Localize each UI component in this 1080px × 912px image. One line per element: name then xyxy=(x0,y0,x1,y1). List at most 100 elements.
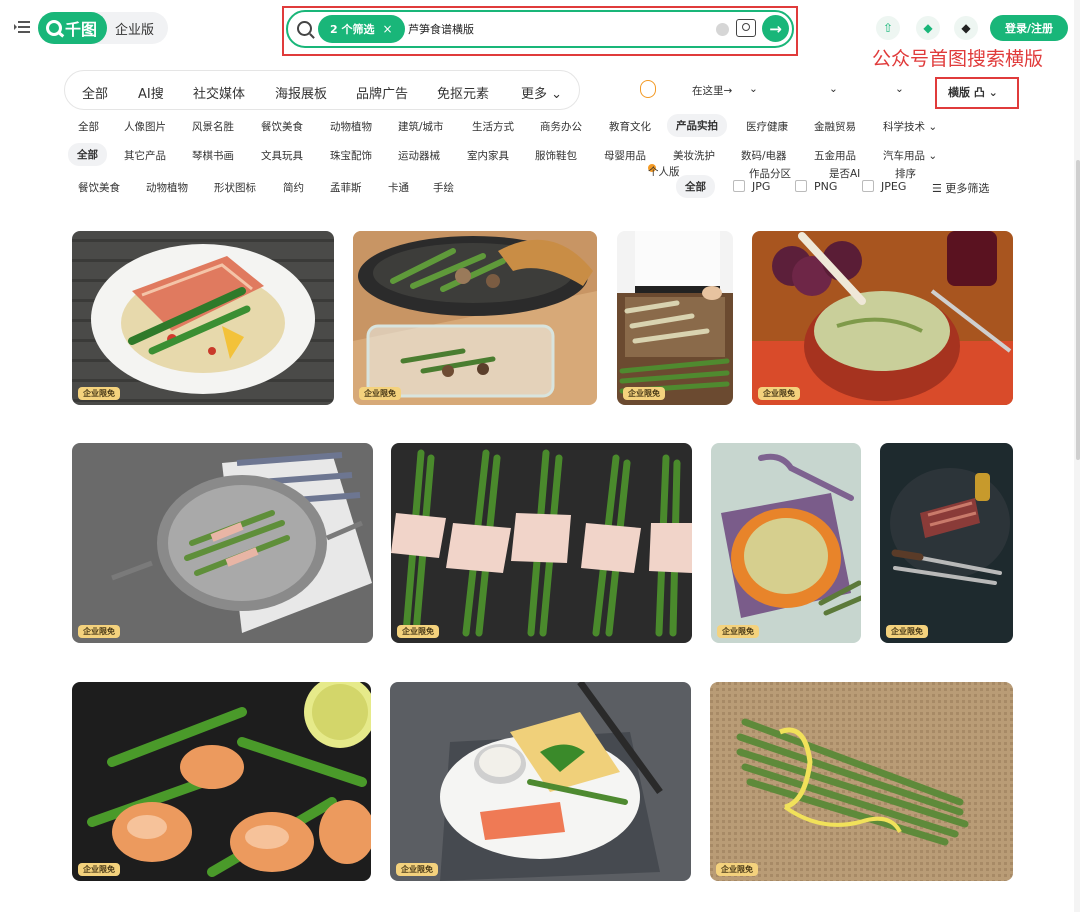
png-label: PNG xyxy=(814,180,838,193)
product-auto[interactable]: 汽车用品 ⌄ xyxy=(883,148,937,163)
image-card-asparagus-mushroom-pan[interactable]: 企业限免 xyxy=(353,231,597,405)
camera-icon[interactable] xyxy=(736,19,756,37)
jpg-checkbox[interactable] xyxy=(733,180,745,192)
sort-dropdown[interactable]: 排序 ⌄ xyxy=(895,83,916,180)
subject-portraits[interactable]: 人像图片 xyxy=(124,119,166,134)
image-card-steak-dark-plate[interactable]: 企业限免 xyxy=(880,443,1013,643)
image-card-bacon-asparagus-pan[interactable]: 企业限免 xyxy=(72,443,373,643)
subject-product-photos[interactable]: 产品实拍 xyxy=(667,114,727,137)
style-animals-plants[interactable]: 动物植物 xyxy=(146,180,188,195)
subject-medical[interactable]: 医疗健康 xyxy=(746,119,788,134)
brand[interactable]: 千图 企业版 xyxy=(38,12,169,44)
subject-business[interactable]: 商务办公 xyxy=(540,119,582,134)
product-jewelry[interactable]: 珠宝配饰 xyxy=(330,148,372,163)
enterprise-free-badge: 企业限免 xyxy=(78,387,120,400)
clear-search-icon[interactable] xyxy=(716,23,729,36)
image-card-bacon-wrapped-asparagus[interactable]: 企业限免 xyxy=(391,443,692,643)
subject-science[interactable]: 科学技术 ⌄ xyxy=(883,119,937,134)
section-dropdown[interactable]: 作品分区 ⌄ xyxy=(749,83,791,180)
enterprise-free-badge: 企业限免 xyxy=(717,625,759,638)
product-hardware[interactable]: 五金用品 xyxy=(814,148,856,163)
product-other[interactable]: 其它产品 xyxy=(124,148,166,163)
subject-science-label: 科学技术 xyxy=(883,121,925,133)
search-submit-button[interactable]: → xyxy=(762,15,789,42)
here-link[interactable]: 在这里→ xyxy=(692,83,732,98)
subject-animals-plants[interactable]: 动物植物 xyxy=(330,119,372,134)
tab-posters[interactable]: 海报展板 xyxy=(275,83,327,102)
image-card-asparagus-soup[interactable]: 企业限免 xyxy=(711,443,861,643)
style-minimal[interactable]: 简约 xyxy=(283,180,304,195)
more-filters-button[interactable]: ☰ 更多筛选 xyxy=(932,180,989,196)
product-furniture[interactable]: 室内家具 xyxy=(467,148,509,163)
ai-dropdown[interactable]: 是否AI ⌄ xyxy=(829,83,860,180)
filter-count-chip[interactable]: 2 个筛选 × xyxy=(318,15,405,43)
product-stationery[interactable]: 文具玩具 xyxy=(261,148,303,163)
enterprise-free-badge: 企业限免 xyxy=(623,387,665,400)
product-filter-row: 全部 其它产品 琴棋书画 文具玩具 珠宝配饰 运动器械 室内家具 服饰鞋包 母婴… xyxy=(0,143,1080,167)
upload-icon[interactable]: ⇧ xyxy=(876,16,900,40)
menu-toggle-icon[interactable] xyxy=(14,20,30,34)
product-arts[interactable]: 琴棋书画 xyxy=(192,148,234,163)
subject-all[interactable]: 全部 xyxy=(78,119,99,134)
style-hand-drawn[interactable]: 手绘 xyxy=(433,180,454,195)
jpeg-checkbox[interactable] xyxy=(862,180,874,192)
tab-social-media[interactable]: 社交媒体 xyxy=(193,83,245,102)
enterprise-free-badge: 企业限免 xyxy=(78,625,120,638)
enterprise-free-badge: 企业限免 xyxy=(78,863,120,876)
style-memphis[interactable]: 孟菲斯 xyxy=(330,180,362,195)
product-beauty[interactable]: 美妆洗护 xyxy=(673,148,715,163)
subject-food[interactable]: 餐饮美食 xyxy=(261,119,303,134)
steak-photo xyxy=(880,443,1013,643)
style-cartoon[interactable]: 卡通 xyxy=(388,180,409,195)
asparagus-soup-photo xyxy=(711,443,861,643)
subject-education[interactable]: 教育文化 xyxy=(609,119,651,134)
png-checkbox[interactable] xyxy=(795,180,807,192)
subject-filter-row: 全部 人像图片 风景名胜 餐饮美食 动物植物 建筑/城市 生活方式 商务办公 教… xyxy=(0,114,1080,138)
tab-cutout-elements[interactable]: 免抠元素 xyxy=(437,83,489,102)
tab-ai-search[interactable]: AI搜 xyxy=(138,83,164,102)
bacon-asparagus-pan-photo xyxy=(72,443,373,643)
asparagus-mushroom-photo xyxy=(353,231,597,405)
jpg-label: JPG xyxy=(752,180,771,193)
product-digital[interactable]: 数码/电器 xyxy=(741,148,787,163)
tab-all[interactable]: 全部 xyxy=(82,83,108,102)
subject-finance[interactable]: 金融贸易 xyxy=(814,119,856,134)
tab-more[interactable]: 更多 ⌄ xyxy=(521,83,562,102)
image-card-salmon-quinoa[interactable]: 企业限免 xyxy=(72,231,334,405)
image-card-chef-asparagus[interactable]: 企业限免 xyxy=(617,231,733,405)
logo[interactable]: 千图 xyxy=(38,12,108,44)
image-card-shrimp-asparagus[interactable]: 企业限免 xyxy=(72,682,371,881)
image-card-risotto-pot[interactable]: 企业限免 xyxy=(752,231,1013,405)
product-sports[interactable]: 运动器械 xyxy=(398,148,440,163)
style-food[interactable]: 餐饮美食 xyxy=(78,180,120,195)
vip-icon[interactable]: ◆ xyxy=(954,16,978,40)
enterprise-free-badge: 企业限免 xyxy=(716,863,758,876)
jpeg-label: JPEG xyxy=(881,180,907,193)
shrimp-asparagus-photo xyxy=(72,682,371,881)
enterprise-free-badge: 企业限免 xyxy=(758,387,800,400)
product-all[interactable]: 全部 xyxy=(68,143,107,166)
orientation-label: 横版 xyxy=(948,86,970,99)
image-card-asparagus-bundle[interactable]: 企业限免 xyxy=(710,682,1013,881)
filter-count-label: 2 个筛选 xyxy=(330,23,375,36)
search-input[interactable] xyxy=(408,18,708,40)
tab-brand-ads[interactable]: 品牌广告 xyxy=(356,83,408,102)
clear-filters-icon[interactable]: × xyxy=(382,22,392,36)
asparagus-bundle-photo xyxy=(710,682,1013,881)
lock-icon: 凸 xyxy=(973,86,985,99)
salmon-quinoa-photo xyxy=(72,231,334,405)
login-button[interactable]: 登录/注册 xyxy=(990,15,1068,41)
subject-architecture[interactable]: 建筑/城市 xyxy=(398,119,444,134)
product-apparel[interactable]: 服饰鞋包 xyxy=(535,148,577,163)
subject-scenery[interactable]: 风景名胜 xyxy=(192,119,234,134)
style-shape-icons[interactable]: 形状图标 xyxy=(214,180,256,195)
personal-edition-badge[interactable]: 个人版 xyxy=(640,80,680,178)
diamond-icon[interactable]: ◆ xyxy=(916,16,940,40)
image-card-ravioli-salmon[interactable]: 企业限免 xyxy=(390,682,691,881)
product-baby[interactable]: 母婴用品 xyxy=(604,148,646,163)
subject-lifestyle[interactable]: 生活方式 xyxy=(472,119,514,134)
orientation-dropdown[interactable]: 横版 凸 ⌄ xyxy=(948,84,998,100)
scrollbar-thumb[interactable] xyxy=(1076,160,1080,460)
format-all[interactable]: 全部 xyxy=(676,175,715,198)
search-icon xyxy=(297,21,312,36)
